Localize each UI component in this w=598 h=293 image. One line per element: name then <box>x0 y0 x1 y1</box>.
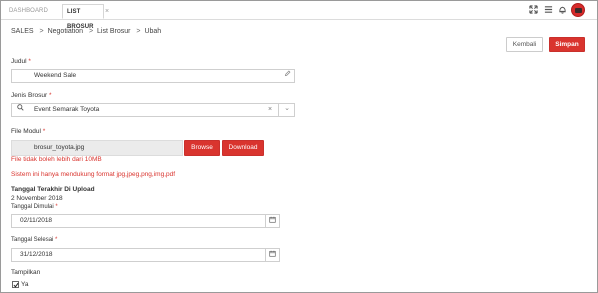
tab-close-icon[interactable]: × <box>105 4 109 19</box>
file-format-note: Sistem ini hanya mendukung format jpg,jp… <box>11 171 176 178</box>
file-modul-label-text: File Modul <box>11 128 41 135</box>
tab-list-brosur[interactable]: LIST BROSUR <box>62 4 104 30</box>
chevron-down-icon[interactable]: ⌄ <box>281 104 293 116</box>
breadcrumb-item-ubah: Ubah <box>144 28 162 35</box>
end-date-label: Tanggal Selesai * <box>11 237 57 243</box>
clear-icon[interactable]: × <box>264 104 276 116</box>
expand-icon[interactable] <box>528 5 539 16</box>
required-marker: * <box>42 128 46 135</box>
avatar-image <box>575 8 582 13</box>
select-divider <box>278 104 279 116</box>
start-date-label: Tanggal Dimulai * <box>11 204 58 210</box>
file-name-value: brosur_toyota.jpg <box>34 144 85 151</box>
breadcrumb-separator: > <box>88 28 94 35</box>
calendar-icon[interactable] <box>265 249 279 261</box>
breadcrumb-item-negotiation[interactable]: Negotiation <box>48 28 83 35</box>
start-date-value: 02/11/2018 <box>20 217 53 224</box>
menu-icon[interactable] <box>543 5 554 16</box>
browse-button[interactable]: Browse <box>184 140 220 156</box>
required-marker: * <box>55 204 58 210</box>
top-bar: DASHBOARD LIST BROSUR × <box>1 1 597 30</box>
jenis-brosur-label: Jenis Brosur * <box>11 92 51 99</box>
start-date-label-text: Tanggal Dimulai <box>11 204 54 210</box>
tab-dashboard[interactable]: DASHBOARD <box>3 4 57 19</box>
breadcrumb-item-list-brosur[interactable]: List Brosur <box>97 28 130 35</box>
tampilkan-checkbox[interactable] <box>12 281 19 288</box>
avatar[interactable] <box>571 3 585 17</box>
jenis-brosur-label-text: Jenis Brosur <box>11 92 48 99</box>
judul-label: Judul * <box>11 58 31 65</box>
jenis-brosur-value: Event Semarak Toyota <box>34 106 100 113</box>
judul-label-text: Judul <box>11 58 27 65</box>
app-window: DASHBOARD LIST BROSUR × SALES > Negotiat… <box>0 0 598 293</box>
judul-input[interactable]: Weekend Sale <box>11 69 295 83</box>
upload-date-value: 2 November 2018 <box>11 195 63 202</box>
search-icon <box>14 104 26 116</box>
judul-value: Weekend Sale <box>34 72 77 79</box>
calendar-icon[interactable] <box>265 215 279 227</box>
back-button[interactable]: Kembali <box>506 37 543 52</box>
file-modul-label: File Modul * <box>11 128 45 135</box>
end-date-value: 31/12/2018 <box>20 251 53 258</box>
breadcrumb-separator: > <box>136 28 141 35</box>
start-date-input[interactable]: 02/11/2018 <box>11 214 280 228</box>
end-date-label-text: Tanggal Selesai <box>11 237 54 243</box>
breadcrumb-separator: > <box>39 28 44 35</box>
required-marker: * <box>55 237 58 243</box>
tampilkan-label: Tampilkan <box>11 269 41 276</box>
file-size-note: File tidak boleh lebih dari 10MB <box>11 156 102 163</box>
file-name-field: brosur_toyota.jpg <box>11 140 183 156</box>
required-marker: * <box>28 58 31 65</box>
upload-date-label: Tanggal Terakhir Di Upload <box>11 186 95 193</box>
breadcrumb: SALES > Negotiation > List Brosur > Ubah <box>11 28 163 35</box>
breadcrumb-item-sales[interactable]: SALES <box>11 28 34 35</box>
save-button[interactable]: Simpan <box>549 37 585 52</box>
bell-icon[interactable] <box>557 5 568 16</box>
download-button[interactable]: Download <box>222 140 264 156</box>
tampilkan-option-label: Ya <box>21 281 29 288</box>
pencil-icon[interactable] <box>281 70 293 82</box>
required-marker: * <box>48 92 52 99</box>
end-date-input[interactable]: 31/12/2018 <box>11 248 280 262</box>
jenis-brosur-select[interactable]: Event Semarak Toyota × ⌄ <box>11 103 295 117</box>
